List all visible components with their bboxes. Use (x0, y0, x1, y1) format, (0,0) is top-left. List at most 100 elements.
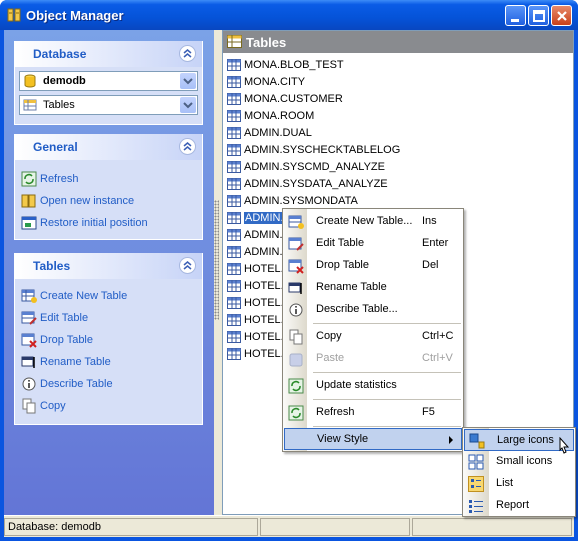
table-row[interactable]: ADMIN.S (227, 243, 290, 260)
general-group-header[interactable]: General (15, 134, 202, 160)
create-new-table-label: Create New Table (40, 290, 128, 302)
rename-table-task[interactable]: Rename Table (21, 353, 111, 371)
maximize-button[interactable] (528, 5, 549, 26)
table-row[interactable]: HOTEL. (227, 345, 284, 362)
table-name: ADMIN.SYSMONDATA (244, 194, 358, 207)
menu-label: Copy (316, 330, 342, 342)
table-row[interactable]: MONA.ROOM (227, 107, 314, 124)
table-grid-icon (227, 92, 241, 105)
table-row[interactable]: HOTEL. (227, 311, 284, 328)
table-grid-icon (227, 58, 241, 71)
table-row[interactable]: HOTEL. (227, 328, 284, 345)
table-grid-icon (227, 313, 241, 326)
edit-table-task[interactable]: Edit Table (21, 309, 88, 327)
menu-create-new-table[interactable]: Create New Table... Ins (284, 211, 462, 233)
title-bar[interactable]: Object Manager (0, 0, 578, 30)
drop-table-task[interactable]: Drop Table (21, 331, 93, 349)
tables-group-header[interactable]: Tables (15, 253, 202, 279)
menu-label: Paste (316, 352, 345, 364)
panel-splitter[interactable] (214, 200, 219, 320)
refresh-task[interactable]: Refresh (21, 170, 79, 188)
menu-copy[interactable]: Copy Ctrl+C (284, 326, 462, 348)
table-row[interactable]: ADMIN.SYSMONDATA (227, 192, 358, 209)
view-report[interactable]: Report (464, 495, 574, 517)
mouse-cursor-icon (559, 437, 570, 454)
list-view-icon (468, 476, 484, 492)
database-group-header[interactable]: Database (15, 41, 202, 67)
rename-table-icon (288, 282, 302, 294)
menu-label: Large icons (497, 434, 554, 446)
new-instance-icon (21, 194, 36, 208)
table-grid-icon (227, 296, 241, 309)
database-group-title: Database (33, 47, 87, 61)
menu-paste[interactable]: Paste Ctrl+V (284, 348, 462, 370)
menu-view-style[interactable]: View Style (284, 428, 462, 450)
table-grid-icon (227, 347, 241, 360)
object-type-dropdown-button[interactable] (180, 97, 196, 113)
table-row[interactable]: HOTEL. (227, 277, 284, 294)
table-grid-icon (227, 160, 241, 173)
view-list[interactable]: List (464, 473, 574, 495)
database-group: Database demodb Tables (14, 41, 203, 125)
collapse-tables-button[interactable] (179, 257, 196, 274)
table-row[interactable]: ADMIN.SYSDATA_ANALYZE (227, 175, 388, 192)
menu-label: List (496, 477, 514, 489)
copy-task[interactable]: Copy (21, 397, 66, 415)
table-row[interactable]: ADMIN.S (227, 226, 290, 243)
refresh-icon (288, 405, 304, 421)
menu-update-statistics[interactable]: Update statistics (284, 375, 462, 397)
table-name: HOTEL. (244, 296, 284, 309)
table-name: HOTEL. (244, 279, 284, 292)
close-button[interactable] (551, 5, 572, 26)
menu-drop-table[interactable]: Drop Table Del (284, 255, 462, 277)
object-type-select-value: Tables (43, 99, 75, 111)
edit-table-icon (288, 237, 304, 251)
table-grid-icon (227, 262, 241, 275)
refresh-task-label: Refresh (40, 173, 79, 185)
menu-label: View Style (317, 433, 369, 445)
status-bar: Database: demodb (4, 515, 574, 537)
table-grid-icon (227, 211, 241, 224)
table-row[interactable]: ADMIN.SYSCMD_ANALYZE (227, 158, 385, 175)
task-pane: Database demodb Tables General Refresh O… (4, 30, 214, 515)
open-new-instance-task[interactable]: Open new instance (21, 192, 134, 210)
table-row[interactable]: MONA.CITY (227, 73, 305, 90)
table-row[interactable]: MONA.CUSTOMER (227, 90, 343, 107)
table-row[interactable]: ADMIN.DUAL (227, 124, 312, 141)
collapse-general-button[interactable] (179, 138, 196, 155)
menu-separator (313, 426, 461, 427)
table-grid-icon (227, 228, 241, 241)
table-row[interactable]: MONA.BLOB_TEST (227, 56, 344, 73)
menu-rename-table[interactable]: Rename Table (284, 277, 462, 299)
restore-window-icon (21, 216, 37, 230)
drop-table-icon (21, 333, 37, 348)
menu-shortcut: Enter (422, 237, 449, 249)
menu-label: Edit Table (316, 237, 365, 249)
menu-separator (313, 372, 461, 373)
database-select[interactable]: demodb (19, 71, 198, 91)
menu-refresh[interactable]: Refresh F5 (284, 402, 462, 424)
database-select-value: demodb (43, 75, 86, 87)
table-row[interactable]: HOTEL. (227, 260, 284, 277)
tables-group-title: Tables (33, 259, 71, 273)
table-name: HOTEL. (244, 347, 284, 360)
menu-edit-table[interactable]: Edit Table Enter (284, 233, 462, 255)
info-icon (22, 377, 36, 391)
table-name: HOTEL. (244, 313, 284, 326)
describe-table-task[interactable]: Describe Table (21, 375, 113, 393)
table-row[interactable]: HOTEL. (227, 294, 284, 311)
table-name: ADMIN.DUAL (244, 126, 312, 139)
object-type-select[interactable]: Tables (19, 95, 198, 115)
restore-position-task[interactable]: Restore initial position (21, 214, 148, 232)
create-new-table-task[interactable]: Create New Table (21, 287, 127, 305)
menu-describe-table[interactable]: Describe Table... (284, 299, 462, 321)
tables-list-title: Tables (246, 35, 287, 50)
chevron-up-icon (183, 261, 192, 270)
table-row[interactable]: ADMIN.SYSCHECKTABLELOG (227, 141, 400, 158)
paste-icon (289, 353, 303, 367)
collapse-database-button[interactable] (179, 45, 196, 62)
table-icon (227, 35, 242, 48)
minimize-button[interactable] (505, 5, 526, 26)
menu-shortcut: Ins (422, 215, 437, 227)
database-dropdown-button[interactable] (180, 73, 196, 89)
